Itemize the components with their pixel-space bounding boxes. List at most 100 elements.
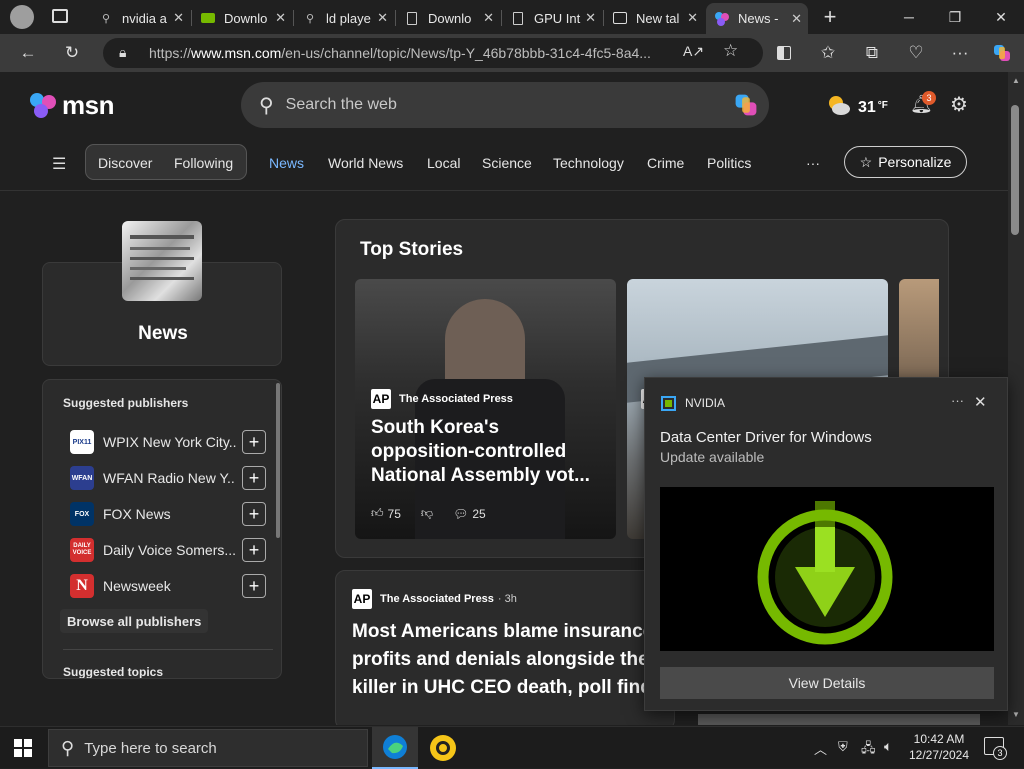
tab-actions-icon[interactable] (52, 9, 68, 23)
follow-plus-button[interactable]: + (242, 574, 266, 598)
tab-5[interactable]: New tal ✕ (604, 4, 704, 32)
address-bar[interactable]: 🔒︎ https://www.msn.com/en-us/channel/top… (103, 38, 763, 68)
follow-plus-button[interactable]: + (242, 538, 266, 562)
tab-2[interactable]: ⚲ ld playe ✕ (294, 4, 394, 32)
publisher-item[interactable]: PIX11 WPIX New York City... (70, 429, 270, 455)
copilot-icon[interactable] (988, 40, 1016, 66)
publisher-item[interactable]: N Newsweek (70, 573, 270, 599)
nav-science[interactable]: Science (482, 155, 532, 171)
thumbs-down-icon[interactable]: 👎︎ (421, 506, 433, 521)
scrollbar-thumb[interactable] (1011, 105, 1019, 235)
windows-start-icon[interactable] (14, 739, 32, 762)
topic-title: News (138, 323, 188, 344)
favorites-icon[interactable]: ✩ (814, 40, 842, 66)
nav-more-icon[interactable]: ··· (806, 155, 820, 171)
close-window-button[interactable]: ✕ (978, 0, 1024, 34)
back-arrow-icon[interactable]: ← (14, 40, 42, 66)
tab-title: New tal (636, 10, 680, 26)
close-icon[interactable]: ✕ (687, 10, 698, 26)
story-reactions: 👍︎ 75 👎︎ 💬︎ 25 (371, 506, 486, 521)
browse-all-publishers-button[interactable]: Browse all publishers (60, 609, 209, 633)
story-card-1[interactable]: AP The Associated Press South Korea's op… (355, 279, 616, 539)
tab-3[interactable]: Downlo ✕ (396, 4, 500, 32)
chevron-up-icon[interactable]: ︿ (814, 739, 827, 758)
minimize-button[interactable]: ─ (886, 0, 932, 34)
nvidia-notification-toast[interactable]: NVIDIA ··· ✕ Data Center Driver for Wind… (644, 377, 1008, 711)
tab-4[interactable]: GPU Int ✕ (502, 4, 602, 32)
app-taskbar-icon[interactable] (430, 735, 456, 761)
close-icon[interactable]: ✕ (377, 10, 388, 26)
taskbar-search-box[interactable]: ⚲ Type here to search (48, 729, 368, 767)
discover-tab[interactable]: Discover (98, 155, 152, 171)
toast-more-icon[interactable]: ··· (951, 393, 964, 408)
personalize-button[interactable]: ☆ Personalize (844, 146, 967, 178)
clock-date: 12/27/2024 (908, 748, 970, 762)
edge-taskbar-icon[interactable] (372, 727, 418, 769)
refresh-icon[interactable]: ↻ (58, 40, 86, 66)
tab-0[interactable]: ⚲ nvidia a ✕ (90, 4, 190, 32)
nav-world-news[interactable]: World News (328, 155, 403, 171)
publisher-item[interactable]: FOX FOX News (70, 501, 270, 527)
close-icon[interactable]: ✕ (483, 10, 494, 26)
scroll-down-arrow-icon[interactable]: ▼ (1012, 710, 1020, 719)
tab-1[interactable]: Downlo ✕ (192, 4, 292, 32)
publisher-item[interactable]: WFAN WFAN Radio New Y... (70, 465, 270, 491)
url-text: https://www.msn.com/en-us/channel/topic/… (149, 45, 651, 61)
speaker-muted-icon[interactable]: 🔈︎ (884, 738, 892, 755)
thumbs-up-icon[interactable]: 👍︎ (371, 506, 384, 521)
view-details-button[interactable]: View Details (660, 667, 994, 699)
clock[interactable]: 10:42 AM 12/27/2024 (906, 731, 972, 763)
new-tab-button[interactable]: + (818, 5, 842, 29)
comment-icon[interactable]: 💬︎ (453, 507, 468, 521)
page-icon (510, 10, 526, 26)
nav-politics[interactable]: Politics (707, 155, 751, 171)
nav-crime[interactable]: Crime (647, 155, 684, 171)
close-icon[interactable]: ✕ (585, 10, 596, 26)
nav-local[interactable]: Local (427, 155, 460, 171)
publisher-item[interactable]: DAILY VOICE Daily Voice Somers... (70, 537, 270, 563)
weather-widget[interactable]: 31 °F (826, 94, 888, 121)
panel-scrollbar[interactable] (276, 383, 280, 538)
ap-logo-icon: AP (371, 389, 391, 409)
restore-button[interactable]: ❐ (932, 0, 978, 34)
publisher-name: WPIX New York City... (103, 434, 236, 450)
notification-count-badge: 3 (922, 91, 936, 105)
favorite-star-icon[interactable]: ☆ (723, 41, 738, 61)
more-menu-icon[interactable]: ··· (946, 40, 974, 66)
security-tray-icon[interactable]: ⛨ (838, 739, 848, 755)
publisher-name: WFAN Radio New Y... (103, 470, 236, 486)
follow-plus-button[interactable]: + (242, 430, 266, 454)
clock-time: 10:42 AM (913, 732, 965, 746)
newsweek-logo-icon: N (70, 574, 94, 598)
network-icon[interactable]: 🖧︎ (861, 739, 876, 761)
profile-avatar[interactable] (10, 5, 34, 29)
split-screen-icon[interactable] (770, 40, 798, 66)
collections-icon[interactable]: ⧉ (858, 40, 886, 66)
web-search-box[interactable]: ⚲ Search the web (241, 82, 769, 128)
nav-news-active[interactable]: News (269, 155, 304, 171)
settings-gear-icon[interactable]: ⚙ (950, 92, 968, 117)
msn-logo[interactable]: msn (28, 90, 114, 121)
follow-plus-button[interactable]: + (242, 466, 266, 490)
follow-plus-button[interactable]: + (242, 502, 266, 526)
close-icon[interactable]: ✕ (173, 10, 184, 26)
feed-story-card[interactable]: AP The Associated Press · 3h Most Americ… (335, 570, 675, 725)
tab-6-active[interactable]: News - ✕ (706, 3, 808, 34)
logo-text: msn (62, 90, 114, 120)
daily-voice-logo-icon: DAILY VOICE (70, 538, 94, 562)
close-icon[interactable]: ✕ (275, 10, 286, 26)
lock-icon[interactable]: 🔒︎ (119, 44, 126, 61)
browser-essentials-icon[interactable]: ♡ (902, 40, 930, 66)
story-headline[interactable]: South Korea's opposition-controlled Nati… (371, 416, 607, 488)
story-headline[interactable]: Most Americans blame insurance profits a… (352, 618, 653, 702)
hamburger-menu-icon[interactable]: ☰ (52, 154, 66, 174)
read-aloud-icon[interactable]: A↗ (683, 43, 704, 60)
close-icon[interactable]: ✕ (974, 393, 987, 411)
newtab-icon (612, 10, 628, 26)
close-icon[interactable]: ✕ (791, 11, 802, 27)
nav-technology[interactable]: Technology (553, 155, 624, 171)
following-tab[interactable]: Following (174, 155, 233, 171)
copilot-icon[interactable] (733, 92, 759, 123)
scroll-up-arrow-icon[interactable]: ▲ (1012, 76, 1020, 85)
toast-title: Data Center Driver for Windows (660, 429, 872, 446)
